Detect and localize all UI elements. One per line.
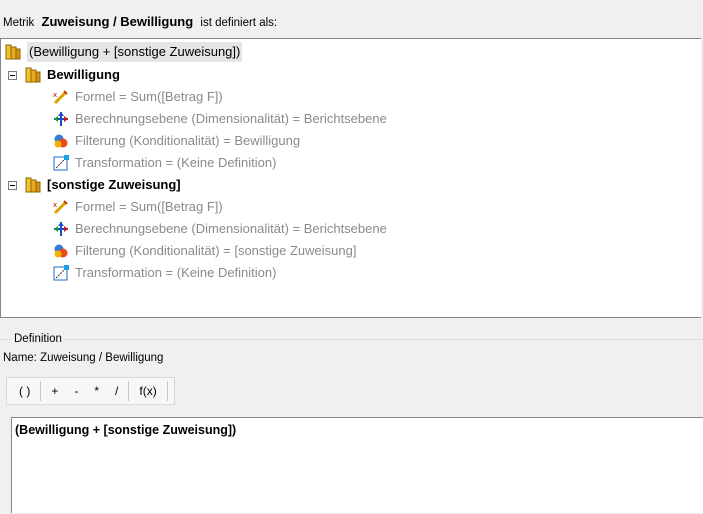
metric-header: Metrik Zuweisung / Bewilligung ist defin… [3,13,277,31]
metric-prefix: Metrik [3,17,35,29]
name-label: Name: [3,352,37,364]
metric-icon [25,177,41,193]
toolbar-separator [166,381,168,401]
definition-legend: Definition [12,332,64,347]
tree-group-sonstige-zuweisung[interactable]: [sonstige Zuweisung] [25,174,181,194]
definition-name-row: Name: Zuweisung / Bewilligung [3,351,163,366]
metric-name: Zuweisung / Bewilligung [41,14,194,29]
formula-icon: x [53,199,69,215]
tree-item-formula[interactable]: x Formel = Sum([Betrag F]) [53,196,223,216]
multiply-button[interactable]: * [86,381,107,401]
level-icon [53,111,69,127]
tree-item-label: Berechnungsebene (Dimensionalität) = Ber… [75,110,387,126]
plus-button[interactable]: + [43,381,66,401]
tree-item-label: Transformation = (Keine Definition) [75,264,277,280]
metric-suffix: ist definiert als: [200,17,278,29]
tree-item-formula[interactable]: x Formel = Sum([Betrag F]) [53,86,223,106]
metric-icon [25,67,41,83]
tree-item-transformation[interactable]: Transformation = (Keine Definition) [53,152,276,172]
level-icon [53,221,69,237]
tree-root[interactable]: (Bewilligung + [sonstige Zuweisung]) [5,41,243,62]
toolbar-separator [128,381,130,401]
transformation-icon [53,154,69,171]
divide-button[interactable]: / [107,381,126,401]
tree-group-bewilligung[interactable]: Bewilligung [25,64,120,84]
transformation-icon [53,264,69,281]
formula-text: (Bewilligung + [sonstige Zuweisung]) [15,423,237,437]
function-button[interactable]: f(x) [131,381,164,401]
tree-group-label: [sonstige Zuweisung] [47,176,181,192]
svg-text:x: x [53,91,57,99]
collapse-toggle[interactable] [8,71,17,80]
tree-item-filter[interactable]: Filterung (Konditionalität) = [sonstige … [53,240,356,260]
filter-icon [53,243,69,259]
metric-definition-tree[interactable]: (Bewilligung + [sonstige Zuweisung]) Bew… [0,38,701,318]
tree-item-label: Berechnungsebene (Dimensionalität) = Ber… [75,220,387,236]
tree-item-filter[interactable]: Filterung (Konditionalität) = Bewilligun… [53,130,300,150]
tree-item-label: Formel = Sum([Betrag F]) [75,198,223,214]
svg-text:x: x [53,201,57,209]
minus-button[interactable]: - [66,381,86,401]
filter-icon [53,133,69,149]
tree-item-level[interactable]: Berechnungsebene (Dimensionalität) = Ber… [53,108,387,128]
formula-toolbar: ( ) + - * / f(x) [6,377,175,405]
tree-item-level[interactable]: Berechnungsebene (Dimensionalität) = Ber… [53,218,387,238]
collapse-toggle[interactable] [8,181,17,190]
formula-icon: x [53,89,69,105]
tree-item-label: Filterung (Konditionalität) = Bewilligun… [75,132,301,148]
formula-editor[interactable]: (Bewilligung + [sonstige Zuweisung]) [11,417,703,513]
metric-icon [5,44,21,60]
tree-group-label: Bewilligung [47,66,120,82]
tree-item-label: Formel = Sum([Betrag F]) [75,88,223,104]
tree-root-label: (Bewilligung + [sonstige Zuweisung]) [27,41,243,62]
parentheses-button[interactable]: ( ) [11,381,38,401]
name-value: Zuweisung / Bewilligung [40,352,164,364]
tree-item-label: Transformation = (Keine Definition) [75,154,277,170]
toolbar-separator [40,381,42,401]
tree-item-label: Filterung (Konditionalität) = [sonstige … [75,242,357,258]
tree-item-transformation[interactable]: Transformation = (Keine Definition) [53,262,276,282]
